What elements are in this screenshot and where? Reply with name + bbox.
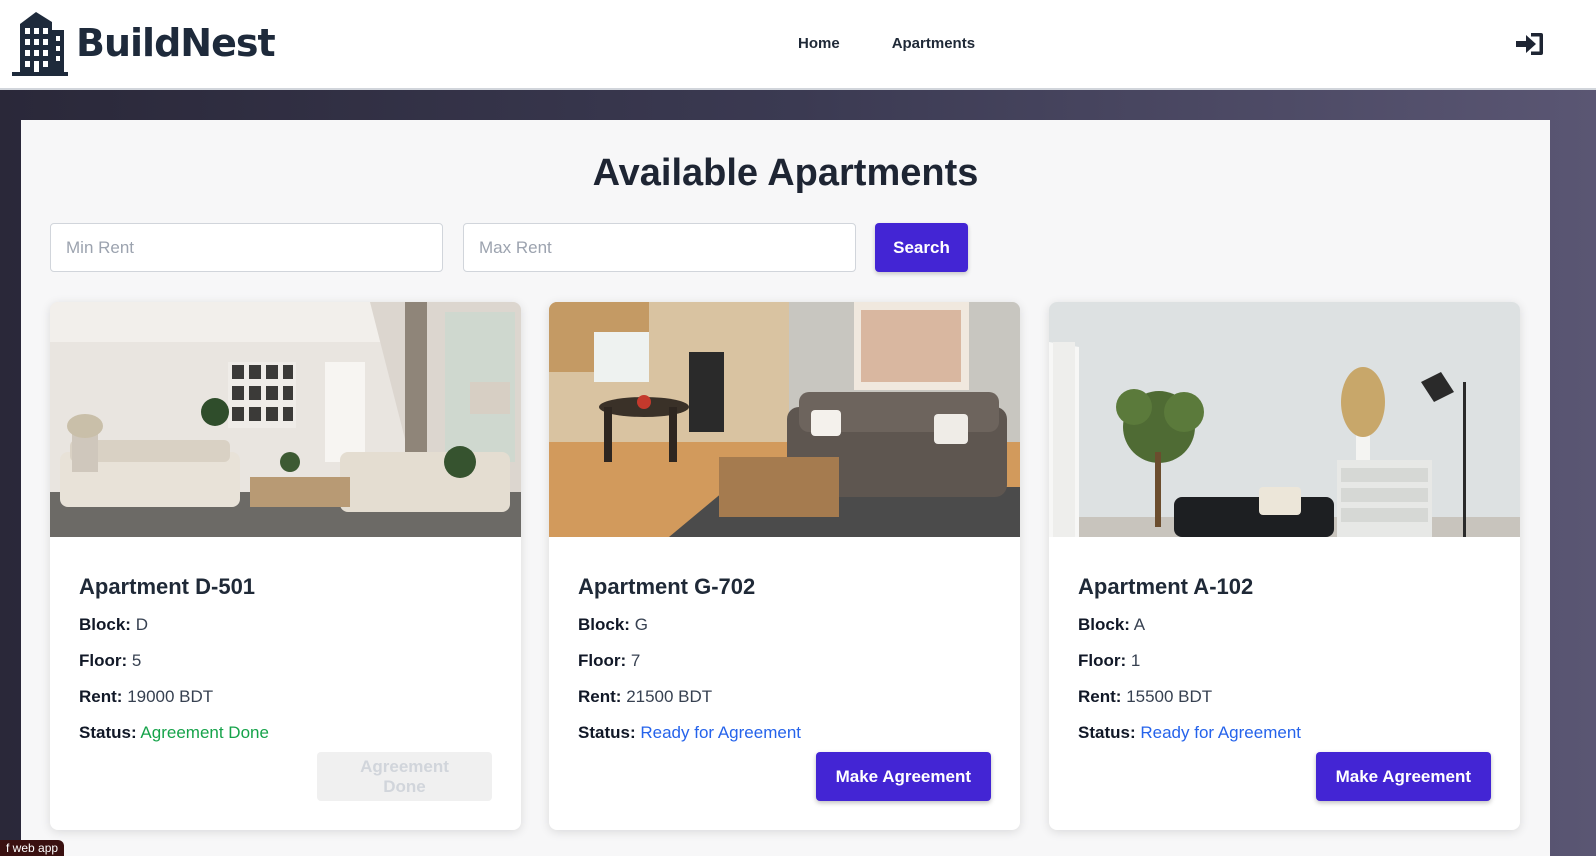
brand[interactable]: BuildNest: [12, 10, 276, 76]
floor-value: 5: [131, 651, 142, 670]
rent-label: Rent:: [79, 687, 123, 706]
apartment-title: Apartment G-702: [578, 574, 756, 599]
nav-link-home[interactable]: Home: [798, 35, 840, 52]
agreement-done-button: Agreement Done: [317, 752, 492, 801]
status-row: Status: Agreement Done: [79, 722, 492, 744]
make-agreement-button[interactable]: Make Agreement: [815, 752, 991, 801]
apartments-panel: Available Apartments Search: [21, 120, 1550, 856]
block-label: Block:: [578, 615, 630, 634]
floor-label: Floor:: [1078, 651, 1127, 670]
block-value: A: [1133, 615, 1146, 634]
status-row: Status: Ready for Agreement: [578, 722, 991, 744]
floor-label: Floor:: [578, 651, 627, 670]
status-value: Ready for Agreement: [1140, 723, 1302, 742]
rent-row: Rent: 19000 BDT: [79, 686, 492, 708]
min-rent-input[interactable]: [50, 223, 443, 272]
status-label: Status:: [79, 723, 137, 742]
floor-value: 1: [1130, 651, 1141, 670]
status-value: Agreement Done: [140, 723, 269, 742]
status-label: Status:: [1078, 723, 1136, 742]
link-preview-tooltip: f web app: [0, 840, 65, 856]
apartment-title: Apartment A-102: [1078, 574, 1254, 599]
status-value: Ready for Agreement: [640, 723, 802, 742]
apartment-card: Apartment D-501 Block: D Floor: 5 Rent: …: [50, 302, 521, 830]
nav-link-apartments[interactable]: Apartments: [892, 35, 975, 52]
floor-value: 7: [630, 651, 641, 670]
block-value: G: [634, 615, 648, 634]
block-row: Block: G: [578, 614, 991, 636]
apartment-photo: [549, 302, 1020, 537]
apartment-card: Apartment G-702 Block: G Floor: 7 Rent: …: [549, 302, 1020, 830]
apartment-card: Apartment A-102 Block: A Floor: 1 Rent: …: [1049, 302, 1520, 830]
rent-row: Rent: 21500 BDT: [578, 686, 991, 708]
rent-value: 19000 BDT: [127, 687, 214, 706]
block-row: Block: A: [1078, 614, 1491, 636]
rent-label: Rent:: [1078, 687, 1122, 706]
max-rent-input[interactable]: [463, 223, 856, 272]
search-button[interactable]: Search: [875, 223, 968, 272]
floor-label: Floor:: [79, 651, 128, 670]
building-icon: [12, 12, 68, 76]
apartment-photo: [50, 302, 521, 537]
apartment-photo: [1049, 302, 1520, 537]
block-row: Block: D: [79, 614, 492, 636]
rent-value: 15500 BDT: [1126, 687, 1213, 706]
brand-name: BuildNest: [76, 21, 276, 65]
block-value: D: [135, 615, 148, 634]
floor-row: Floor: 5: [79, 650, 492, 672]
page-title: Available Apartments: [592, 152, 979, 194]
block-label: Block:: [1078, 615, 1130, 634]
status-row: Status: Ready for Agreement: [1078, 722, 1491, 744]
rent-row: Rent: 15500 BDT: [1078, 686, 1491, 708]
top-navbar: BuildNest Home Apartments: [0, 0, 1596, 90]
floor-row: Floor: 1: [1078, 650, 1491, 672]
sign-in-icon[interactable]: [1516, 32, 1544, 56]
floor-row: Floor: 7: [578, 650, 991, 672]
make-agreement-button[interactable]: Make Agreement: [1315, 752, 1491, 801]
status-label: Status:: [578, 723, 636, 742]
block-label: Block:: [79, 615, 131, 634]
main-nav: Home Apartments: [798, 35, 975, 52]
rent-value: 21500 BDT: [626, 687, 713, 706]
apartment-title: Apartment D-501: [79, 574, 256, 599]
rent-label: Rent:: [578, 687, 622, 706]
